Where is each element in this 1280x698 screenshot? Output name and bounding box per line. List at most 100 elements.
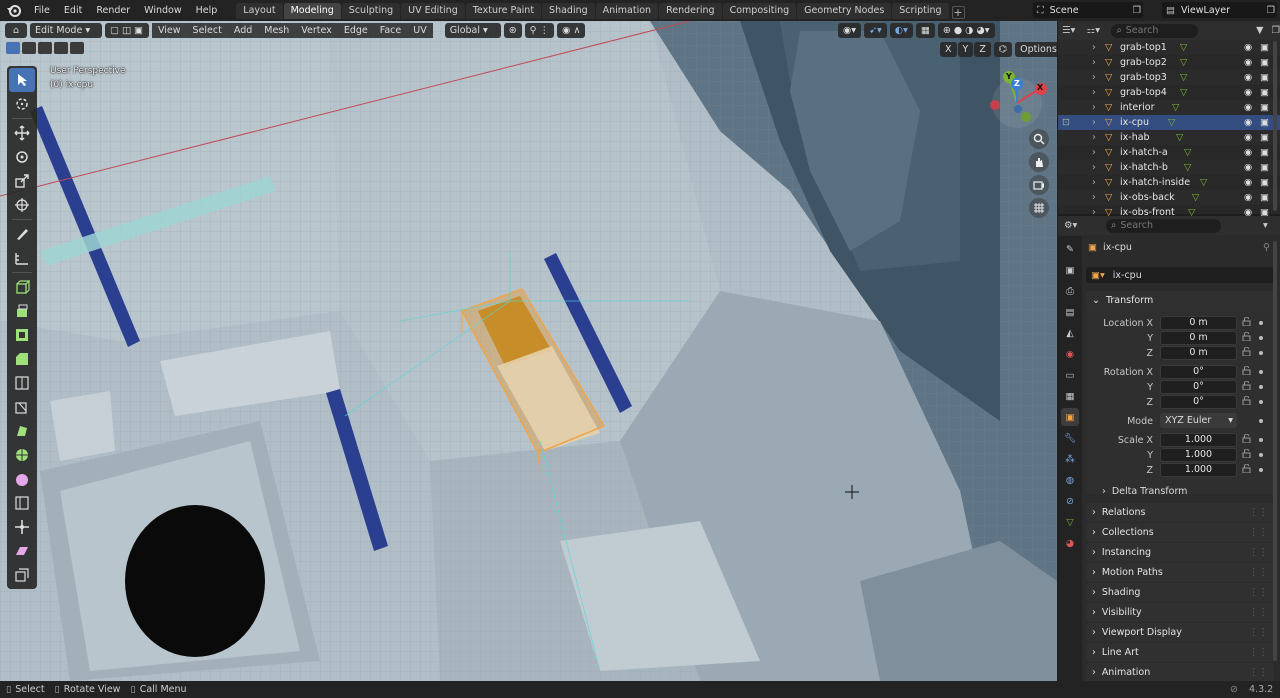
edge-slide-tool-icon[interactable] bbox=[9, 491, 35, 515]
location-y-field[interactable]: 0 m bbox=[1160, 331, 1237, 345]
outliner-row[interactable]: › ▽ ix-hatch-b ▽ ◉ ▣ bbox=[1058, 160, 1280, 175]
outliner-row[interactable]: › ▽ grab-top2 ▽ ◉ ▣ bbox=[1058, 55, 1280, 70]
visibility-eye-icon[interactable]: ◉ bbox=[1244, 175, 1252, 190]
pivot-icon[interactable]: ⊛ bbox=[503, 23, 522, 38]
drag-handle-icon[interactable]: ⋮⋮ bbox=[1249, 607, 1268, 618]
view-layer-selector[interactable]: ▤ ViewLayer ❐ bbox=[1162, 2, 1277, 18]
outliner-search[interactable]: ⌕ Search bbox=[1111, 23, 1199, 38]
smooth-tool-icon[interactable] bbox=[9, 467, 35, 491]
collection-tab-icon[interactable]: ▭ bbox=[1061, 366, 1079, 384]
edit-mode-icon[interactable]: ⊡ bbox=[1062, 115, 1070, 130]
new-view-layer-icon[interactable]: ❐ bbox=[1266, 5, 1275, 16]
menu-mesh[interactable]: Mesh bbox=[258, 23, 296, 38]
visibility-eye-icon[interactable]: ◉ bbox=[1244, 55, 1252, 70]
drag-handle-icon[interactable]: ⋮⋮ bbox=[1249, 527, 1268, 538]
new-collection-icon[interactable]: ❐ bbox=[1271, 25, 1280, 36]
object-name-field[interactable]: ▣▾ ix-cpu bbox=[1086, 267, 1274, 283]
expand-arrow-icon[interactable]: › bbox=[1092, 115, 1096, 130]
output-tab-icon[interactable]: ⎙ bbox=[1061, 282, 1079, 300]
outliner-row[interactable]: › ▽ interior ▽ ◉ ▣ bbox=[1058, 100, 1280, 115]
expand-arrow-icon[interactable]: › bbox=[1092, 175, 1096, 190]
new-scene-icon[interactable]: ❐ bbox=[1132, 5, 1141, 16]
inset-tool-icon[interactable] bbox=[9, 323, 35, 347]
scale-z-field[interactable]: 1.000 bbox=[1160, 463, 1237, 477]
bevel-tool-icon[interactable] bbox=[9, 347, 35, 371]
display-mode-icon[interactable]: ⚏▾ bbox=[1087, 25, 1108, 36]
texture-tab-icon[interactable]: ▦ bbox=[1061, 387, 1079, 405]
outliner-row[interactable]: › ▽ grab-top3 ▽ ◉ ▣ bbox=[1058, 70, 1280, 85]
section-animation[interactable]: › Animation ⋮⋮ bbox=[1086, 663, 1274, 682]
visibility-eye-icon[interactable]: ◉ bbox=[1244, 100, 1252, 115]
snap-icon[interactable]: ⚲ ⋮ bbox=[524, 23, 555, 38]
options-button[interactable]: Options ▾ bbox=[1015, 42, 1057, 57]
keyframe-dot-icon[interactable] bbox=[1259, 468, 1263, 472]
visibility-eye-icon[interactable]: ◉ bbox=[1244, 85, 1252, 100]
visibility-icon[interactable]: ◉▾ bbox=[838, 23, 862, 38]
proportional-edit-icon[interactable]: ◉ ∧ bbox=[557, 23, 586, 38]
keyframe-dot-icon[interactable] bbox=[1259, 400, 1263, 404]
drag-handle-icon[interactable]: ⋮⋮ bbox=[1249, 587, 1268, 598]
properties-editor-icon[interactable]: ⚙▾ bbox=[1064, 220, 1086, 231]
shrink-fatten-tool-icon[interactable] bbox=[9, 515, 35, 539]
section-viewport-display[interactable]: › Viewport Display ⋮⋮ bbox=[1086, 623, 1274, 642]
section-instancing[interactable]: › Instancing ⋮⋮ bbox=[1086, 543, 1274, 562]
lock-icon[interactable] bbox=[1242, 433, 1251, 444]
tab-geometry-nodes[interactable]: Geometry Nodes bbox=[797, 3, 892, 19]
menu-face[interactable]: Face bbox=[373, 23, 408, 38]
camera-render-icon[interactable]: ▣ bbox=[1260, 55, 1269, 70]
world-tab-icon[interactable]: ◉ bbox=[1061, 345, 1079, 363]
measure-tool-icon[interactable] bbox=[9, 246, 35, 270]
visibility-eye-icon[interactable]: ◉ bbox=[1244, 160, 1252, 175]
section-shading[interactable]: › Shading ⋮⋮ bbox=[1086, 583, 1274, 602]
editor-type-icon[interactable]: ⌂ bbox=[5, 23, 27, 38]
keyframe-dot-icon[interactable] bbox=[1259, 438, 1263, 442]
outliner-row[interactable]: › ▽ ix-hatch-inside ▽ ◉ ▣ bbox=[1058, 175, 1280, 190]
auto-merge-icon[interactable]: ⌬ bbox=[993, 42, 1013, 57]
mode-selector[interactable]: Edit Mode ▾ bbox=[30, 23, 102, 38]
keyframe-dot-icon[interactable] bbox=[1259, 370, 1263, 374]
annotate-tool-icon[interactable] bbox=[9, 222, 35, 246]
section-line-art[interactable]: › Line Art ⋮⋮ bbox=[1086, 643, 1274, 662]
camera-render-icon[interactable]: ▣ bbox=[1260, 160, 1269, 175]
scene-selector[interactable]: ⛶ Scene ❐ bbox=[1033, 2, 1143, 18]
scale-tool-icon[interactable] bbox=[9, 169, 35, 193]
mirror-y-button[interactable]: Y bbox=[957, 42, 974, 57]
add-cube-tool-icon[interactable] bbox=[9, 275, 35, 299]
outliner-row[interactable]: › ▽ ix-cpu ▽ ◉ ▣ ⊡ bbox=[1058, 115, 1280, 130]
section-collections[interactable]: › Collections ⋮⋮ bbox=[1086, 523, 1274, 542]
transform-panel-header[interactable]: ⌄ Transform bbox=[1086, 291, 1274, 310]
tab-layout[interactable]: Layout bbox=[236, 3, 283, 19]
render-tab-icon[interactable]: ▣ bbox=[1061, 261, 1079, 279]
camera-render-icon[interactable]: ▣ bbox=[1260, 145, 1269, 160]
menu-select[interactable]: Select bbox=[186, 23, 228, 38]
lock-icon[interactable] bbox=[1242, 346, 1251, 357]
shading-modes-icon[interactable]: ⊕ ● ◑ ◕▾ bbox=[937, 23, 995, 38]
orientation-selector[interactable]: Global ▾ bbox=[444, 23, 501, 38]
menu-edge[interactable]: Edge bbox=[337, 23, 374, 38]
visibility-eye-icon[interactable]: ◉ bbox=[1244, 70, 1252, 85]
knife-tool-icon[interactable] bbox=[9, 395, 35, 419]
menu-window[interactable]: Window bbox=[137, 0, 188, 21]
expand-arrow-icon[interactable]: › bbox=[1092, 100, 1096, 115]
tab-scripting[interactable]: Scripting bbox=[892, 3, 949, 19]
delta-transform-header[interactable]: › Delta Transform bbox=[1102, 486, 1187, 497]
lock-icon[interactable] bbox=[1242, 463, 1251, 474]
menu-render[interactable]: Render bbox=[89, 0, 137, 21]
outliner-editor-icon[interactable]: ☰▾ bbox=[1062, 25, 1081, 36]
tab-modeling[interactable]: Modeling bbox=[283, 3, 341, 19]
view-layer-tab-icon[interactable]: ▤ bbox=[1061, 303, 1079, 321]
modifier-tab-icon[interactable]: 🔧︎ bbox=[1061, 429, 1079, 447]
camera-render-icon[interactable]: ▣ bbox=[1260, 190, 1269, 205]
mirror-z-button[interactable]: Z bbox=[974, 42, 991, 57]
expand-arrow-icon[interactable]: › bbox=[1092, 70, 1096, 85]
particles-tab-icon[interactable]: ⁂ bbox=[1061, 450, 1079, 468]
select-intersect-icon[interactable] bbox=[70, 42, 84, 54]
tab-shading[interactable]: Shading bbox=[542, 3, 595, 19]
rotation-x-field[interactable]: 0° bbox=[1160, 365, 1237, 379]
mirror-x-button[interactable]: X bbox=[940, 42, 957, 57]
camera-render-icon[interactable]: ▣ bbox=[1260, 115, 1269, 130]
lock-icon[interactable] bbox=[1242, 448, 1251, 459]
tab-rendering[interactable]: Rendering bbox=[659, 3, 722, 19]
drag-handle-icon[interactable]: ⋮⋮ bbox=[1249, 567, 1268, 578]
outliner-row[interactable]: › ▽ ix-obs-back ▽ ◉ ▣ bbox=[1058, 190, 1280, 205]
